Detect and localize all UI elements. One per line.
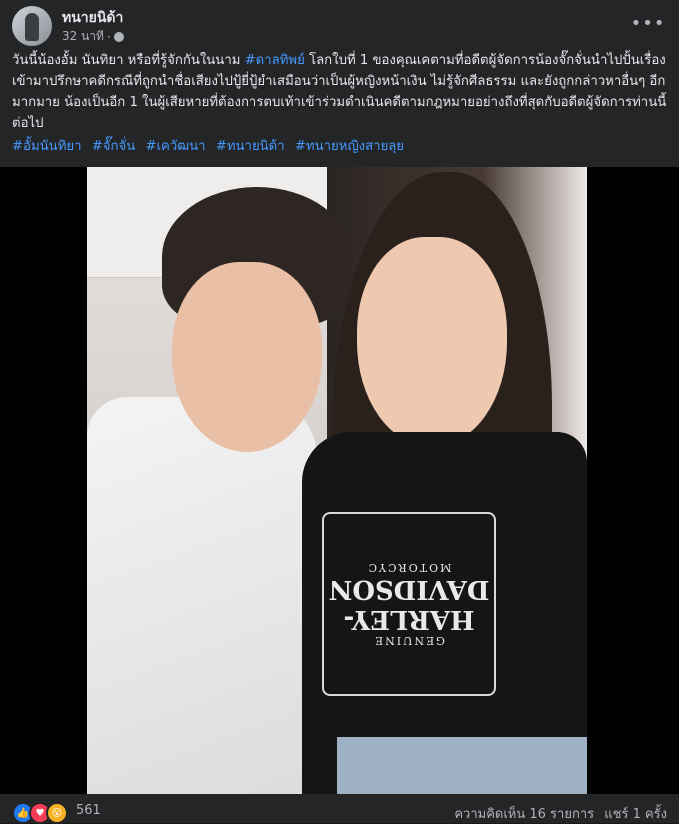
reaction-count[interactable]: 561 xyxy=(76,803,101,818)
post-time[interactable]: 32 นาที xyxy=(62,27,104,46)
shirt-print-main: HARLEY- DAVIDSON xyxy=(328,574,490,634)
ellipsis-icon[interactable]: ••• xyxy=(631,8,665,38)
hashtag-link[interactable]: #ทนายหญิงสายลุย xyxy=(295,139,404,154)
separator-dot: · xyxy=(106,29,111,44)
shirt-print: GENUINE HARLEY- DAVIDSON MOTORCYC xyxy=(322,512,496,696)
hashtag-list: #อั้มนันทิยา #จั๊กจั่น #เควัฒนา #ทนายนิด… xyxy=(12,135,410,156)
shirt-print-bottom: MOTORCYC xyxy=(366,561,452,574)
person-left-face xyxy=(172,262,322,452)
person-right-face xyxy=(357,237,507,447)
shirt-print-top: GENUINE xyxy=(373,634,445,647)
shares-count[interactable]: แชร์ 1 ครั้ง xyxy=(604,807,667,822)
hashtag-link[interactable]: #ทนายนิด้า xyxy=(216,139,285,154)
post-photo[interactable]: GENUINE HARLEY- DAVIDSON MOTORCYC xyxy=(87,167,587,794)
post-text-part: วันนี้น้องอั้ม นันทิยา หรือที่รู้จักกันใ… xyxy=(12,53,245,68)
comments-count[interactable]: ความคิดเห็น 16 รายการ xyxy=(454,807,594,822)
post-card: ทนายนิด้า 32 นาที · ••• วันนี้น้องอั้ม น… xyxy=(0,0,679,824)
hashtag-link[interactable]: #ดาลทิพย์ xyxy=(245,53,305,68)
wow-icon: 😮 xyxy=(46,802,68,824)
author-name[interactable]: ทนายนิด้า xyxy=(62,7,123,29)
post-header: ทนายนิด้า 32 นาที · ••• xyxy=(12,6,667,46)
post-footer: 👍 ♥ 😮 561 ความคิดเห็น 16 รายการ แชร์ 1 ค… xyxy=(12,801,667,824)
avatar-figure xyxy=(25,13,39,41)
globe-icon xyxy=(113,31,124,42)
jeans xyxy=(337,737,587,794)
hashtag-link[interactable]: #จั๊กจั่น xyxy=(92,139,136,154)
photo-container[interactable]: GENUINE HARLEY- DAVIDSON MOTORCYC xyxy=(0,167,679,794)
hashtag-link[interactable]: #อั้มนันทิยา xyxy=(12,139,82,154)
reaction-icons[interactable]: 👍 ♥ 😮 xyxy=(12,802,68,824)
post-text: วันนี้น้องอั้ม นันทิยา หรือที่รู้จักกันใ… xyxy=(12,50,667,134)
person-left-shirt xyxy=(87,397,317,794)
author-avatar[interactable] xyxy=(12,6,52,46)
post-meta: 32 นาที · xyxy=(62,27,124,46)
engagement-summary: ความคิดเห็น 16 รายการ แชร์ 1 ครั้ง xyxy=(454,803,667,824)
hashtag-link[interactable]: #เควัฒนา xyxy=(145,139,205,154)
